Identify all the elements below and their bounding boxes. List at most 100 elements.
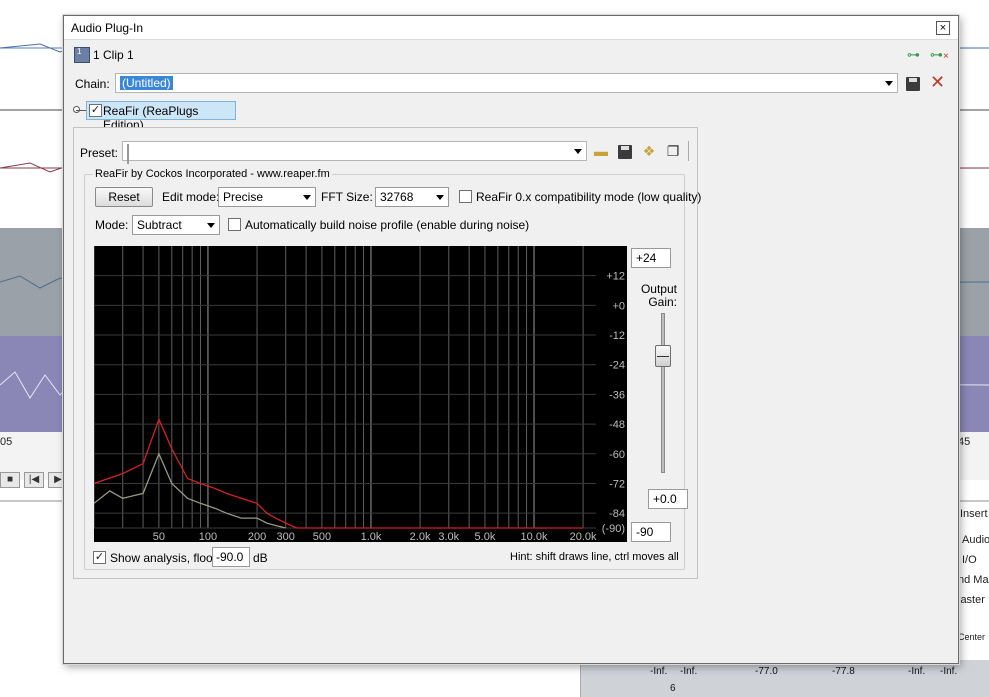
spectrum-graph[interactable]: +12 +0 -12 -24 -36 -48 -60 -72 -84 (-90) 50 100 200 3…: [94, 246, 627, 542]
x-tick-label: 10.0k: [521, 531, 548, 542]
output-gain-label-line2: Gain:: [648, 295, 677, 309]
chevron-down-icon: [436, 195, 444, 200]
reset-button[interactable]: Reset: [95, 187, 153, 207]
clip-badge: 1: [77, 47, 82, 56]
output-gain-slider-track[interactable]: [661, 313, 665, 473]
chevron-down-icon: [303, 195, 311, 200]
open-preset-folder-icon[interactable]: ▬: [592, 142, 610, 160]
edit-mode-select[interactable]: Precise: [218, 187, 316, 207]
x-tick-label: 2.0k: [410, 531, 431, 542]
y-tick-label: -84: [609, 508, 625, 520]
output-gain-label: Output Gain:: [635, 283, 677, 309]
dialog-title: Audio Plug-In: [71, 21, 144, 35]
fft-size-label: FFT Size:: [321, 190, 373, 204]
import-preset-icon[interactable]: ❖: [640, 142, 658, 160]
save-chain-icon[interactable]: [906, 77, 920, 91]
edit-mode-value: Precise: [223, 190, 264, 204]
group-title: ReaFir by Cockos Incorporated - www.reap…: [93, 168, 332, 180]
channel-number: 6: [670, 683, 676, 694]
y-tick-label: -36: [609, 389, 625, 401]
chain-combo[interactable]: (Untitled): [115, 73, 898, 93]
output-gain-slider-handle[interactable]: [655, 344, 671, 367]
preset-label: Preset:: [80, 146, 119, 160]
mode-select[interactable]: Subtract: [132, 215, 220, 235]
x-tick-label: 5.0k: [475, 531, 496, 542]
mixer-value: -Inf.: [680, 666, 698, 677]
mode-label: Mode:: [95, 218, 129, 232]
transport-start-button[interactable]: |◀: [24, 472, 44, 488]
hint-text: Hint: shift draws line, ctrl moves all: [510, 551, 679, 563]
auto-noise-profile-checkbox[interactable]: [228, 218, 241, 231]
mixer-value: -77.8: [832, 666, 855, 677]
remove-chain-icon[interactable]: ✕: [930, 73, 945, 91]
fft-size-select[interactable]: 32768: [375, 187, 449, 207]
y-tick-label: +12: [606, 271, 625, 283]
spectrum-svg[interactable]: +12 +0 -12 -24 -36 -48 -60 -72 -84 (-90) 50 100 200 3…: [94, 246, 627, 542]
timeline-marker-left: 05: [0, 436, 13, 448]
edit-mode-label: Edit mode:: [162, 190, 220, 204]
y-tick-label: +0: [612, 300, 625, 312]
fft-size-value: 32768: [380, 190, 414, 204]
chevron-down-icon: [885, 81, 893, 86]
show-analysis-checkbox[interactable]: ✓: [93, 551, 106, 564]
pan-center-label: Center: [958, 632, 986, 642]
io-label: I/O: [962, 554, 977, 566]
compat-mode-checkbox[interactable]: [459, 190, 472, 203]
mixer-value: -Inf.: [940, 666, 958, 677]
fx-list-item-reafir[interactable]: ✓ ReaFir (ReaPlugs Edition): [86, 101, 236, 132]
chevron-down-icon: [207, 223, 215, 228]
remove-fx-icon[interactable]: ⊶×: [930, 47, 949, 63]
add-fx-icon[interactable]: ⊶: [907, 47, 920, 63]
preset-value: [127, 144, 129, 164]
x-tick-label: 500: [313, 531, 331, 542]
output-gain-input[interactable]: +0.0: [648, 489, 688, 509]
title-bar[interactable]: Audio Plug-In ×: [64, 16, 958, 40]
x-tick-label: 20.0k: [570, 531, 597, 542]
y-tick-label: -60: [609, 449, 625, 461]
floor-unit-label: dB: [253, 551, 268, 565]
gain-max-input[interactable]: +24: [631, 248, 671, 268]
mixer-value: -Inf.: [908, 666, 926, 677]
preset-combo[interactable]: [122, 141, 587, 164]
mixer-strip: [580, 660, 989, 697]
mixer-value: -Inf.: [650, 666, 668, 677]
timeline-marker-right: 45: [958, 436, 971, 448]
x-tick-label: 1.0k: [361, 531, 382, 542]
reafir-group: ReaFir by Cockos Incorporated - www.reap…: [84, 168, 701, 570]
x-tick-label: 100: [199, 531, 217, 542]
y-tick-label: -24: [609, 360, 625, 372]
fx-enable-checkbox[interactable]: ✓: [89, 104, 102, 117]
show-analysis-label: Show analysis, floor:: [110, 551, 221, 565]
gain-min-input[interactable]: -90: [631, 522, 671, 542]
mixer-value: -77.0: [755, 666, 778, 677]
chain-value: (Untitled): [120, 76, 173, 90]
transport-stop-button[interactable]: ■: [0, 472, 20, 488]
compat-mode-label: ReaFir 0.x compatibility mode (low quali…: [476, 190, 702, 204]
y-tick-label: (-90): [602, 523, 625, 535]
auto-noise-profile-label: Automatically build noise profile (enabl…: [245, 218, 530, 232]
y-tick-label: -48: [609, 419, 625, 431]
mode-value: Subtract: [137, 218, 182, 232]
fx-connector: [76, 110, 86, 111]
insert-label: Insert: [960, 508, 988, 520]
clip-icon: 1: [74, 47, 90, 63]
toolbar-separator: [688, 141, 689, 161]
copy-preset-icon[interactable]: ❐: [664, 142, 682, 160]
y-tick-label: -12: [609, 330, 625, 342]
save-preset-icon[interactable]: [618, 145, 632, 159]
x-tick-label: 300: [277, 531, 295, 542]
plugin-panel: Preset: ▬ ❖ ❐ ReaFir by Cockos Incorpora…: [73, 127, 701, 579]
clip-label: 1 Clip 1: [93, 48, 134, 62]
close-button[interactable]: ×: [936, 21, 950, 35]
y-tick-label: -72: [609, 478, 625, 490]
x-tick-label: 3.0k: [438, 531, 459, 542]
analysis-floor-input[interactable]: -90.0: [212, 547, 250, 567]
chain-label: Chain:: [75, 77, 110, 91]
close-icon: ×: [939, 22, 947, 34]
x-tick-label: 200: [248, 531, 266, 542]
x-tick-label: 50: [153, 531, 165, 542]
chevron-down-icon: [574, 149, 582, 154]
ndma-label: nd Ma: [958, 574, 989, 586]
audio-label: Audio: [962, 534, 989, 546]
audio-plugin-dialog: Audio Plug-In × 1 1 Clip 1 ⊶ ⊶× Chain: (…: [63, 15, 959, 664]
